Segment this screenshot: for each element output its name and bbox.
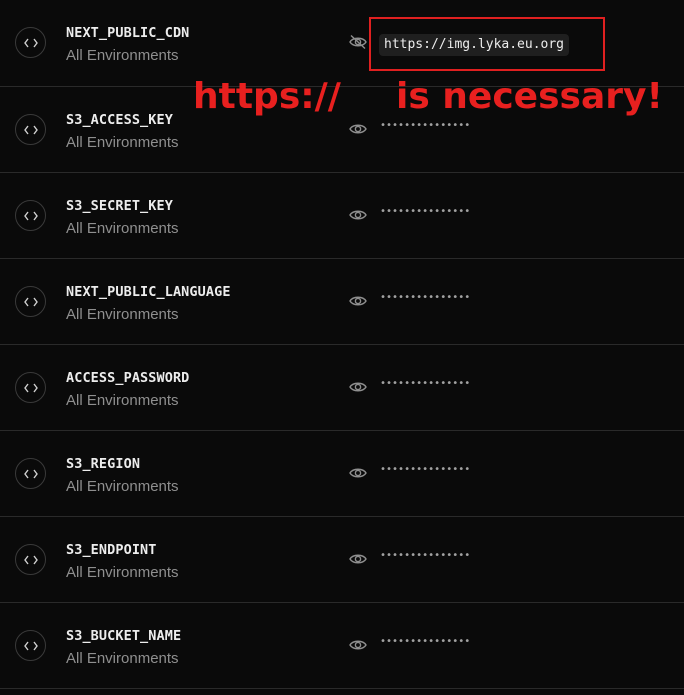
annotation-highlight-box — [369, 17, 605, 71]
env-value-masked: ••••••••••••••• — [380, 550, 471, 561]
code-brackets-icon — [15, 286, 46, 317]
code-brackets-icon — [15, 200, 46, 231]
env-row-s3-secret-key[interactable]: S3_SECRET_KEY All Environments •••••••••… — [0, 173, 684, 259]
env-key-name: NEXT_PUBLIC_LANGUAGE — [66, 284, 231, 300]
env-value-masked: ••••••••••••••• — [380, 378, 471, 389]
eye-off-icon[interactable] — [348, 34, 368, 50]
env-key-name: NEXT_PUBLIC_CDN — [66, 25, 190, 41]
eye-icon[interactable] — [348, 637, 368, 653]
env-key-name: S3_ENDPOINT — [66, 542, 157, 558]
eye-icon[interactable] — [348, 207, 368, 223]
env-row-s3-region[interactable]: S3_REGION All Environments •••••••••••••… — [0, 431, 684, 517]
env-key-name: S3_REGION — [66, 456, 141, 472]
code-brackets-icon — [15, 544, 46, 575]
env-scope: All Environments — [66, 47, 179, 64]
env-row-access-password[interactable]: ACCESS_PASSWORD All Environments •••••••… — [0, 345, 684, 431]
env-scope: All Environments — [66, 134, 179, 151]
code-brackets-icon — [15, 630, 46, 661]
env-key-name: S3_SECRET_KEY — [66, 198, 173, 214]
code-brackets-icon — [15, 114, 46, 145]
eye-icon[interactable] — [348, 293, 368, 309]
env-scope: All Environments — [66, 650, 179, 667]
env-value-masked: ••••••••••••••• — [380, 636, 471, 647]
code-brackets-icon — [15, 458, 46, 489]
annotation-text-necessary: is necessary! — [396, 76, 663, 117]
eye-icon[interactable] — [348, 551, 368, 567]
annotation-text-https: https:// — [193, 76, 341, 117]
code-brackets-icon — [15, 372, 46, 403]
env-key-name: S3_ACCESS_KEY — [66, 112, 173, 128]
eye-icon[interactable] — [348, 121, 368, 137]
eye-icon[interactable] — [348, 379, 368, 395]
env-key-name: S3_BUCKET_NAME — [66, 628, 182, 644]
env-key-name: ACCESS_PASSWORD — [66, 370, 190, 386]
env-value-masked: ••••••••••••••• — [380, 292, 471, 303]
env-value-masked: ••••••••••••••• — [380, 206, 471, 217]
env-scope: All Environments — [66, 478, 179, 495]
env-value-masked: ••••••••••••••• — [380, 120, 471, 131]
code-brackets-icon — [15, 27, 46, 58]
env-scope: All Environments — [66, 220, 179, 237]
env-row-s3-endpoint[interactable]: S3_ENDPOINT All Environments •••••••••••… — [0, 517, 684, 603]
eye-icon[interactable] — [348, 465, 368, 481]
env-row-s3-bucket-name[interactable]: S3_BUCKET_NAME All Environments ••••••••… — [0, 603, 684, 689]
env-value-masked: ••••••••••••••• — [380, 464, 471, 475]
env-scope: All Environments — [66, 392, 179, 409]
env-scope: All Environments — [66, 564, 179, 581]
env-scope: All Environments — [66, 306, 179, 323]
env-row-next-public-language[interactable]: NEXT_PUBLIC_LANGUAGE All Environments ••… — [0, 259, 684, 345]
